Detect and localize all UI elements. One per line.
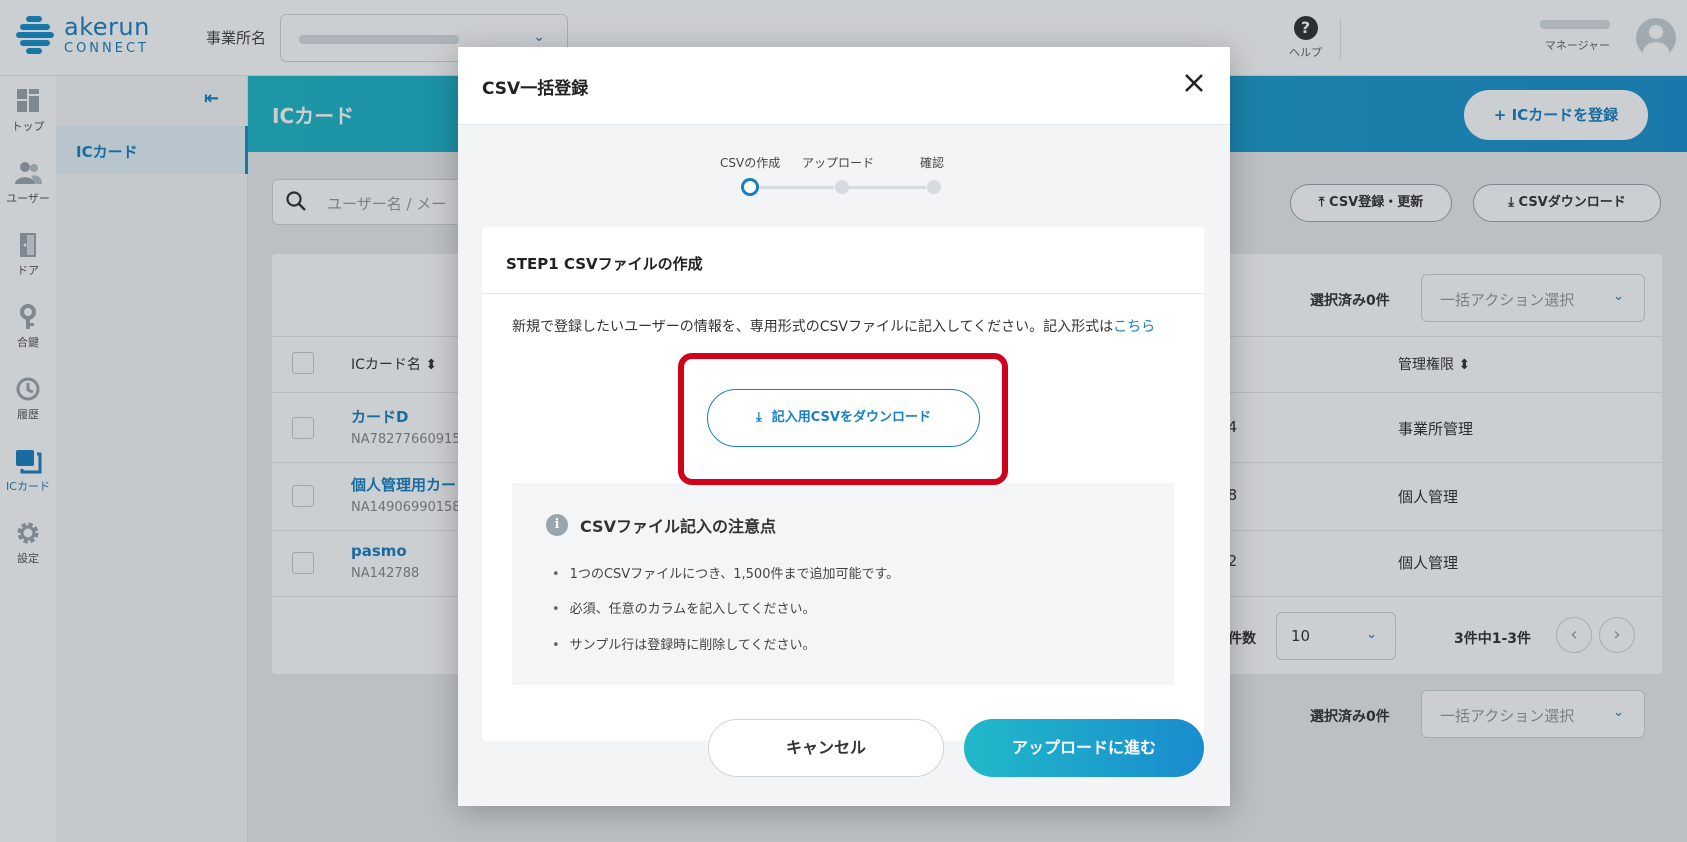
step-label-create: CSVの作成 (720, 156, 781, 170)
download-template-csv-button[interactable]: ⤓ 記入用CSVをダウンロード (707, 389, 980, 447)
format-link[interactable]: こちら (1113, 319, 1155, 335)
instruction-body: 新規で登録したいユーザーの情報を、専用形式のCSVファイルに記入してください。記… (512, 319, 1114, 335)
notes-box: i CSVファイル記入の注意点 1つのCSVファイルにつき、1,500件まで追加… (512, 483, 1174, 685)
proceed-to-upload-button[interactable]: アップロードに進む (964, 719, 1204, 777)
note-item: サンプル行は登録時に削除してください。 (552, 634, 816, 653)
step-title: STEP1 CSVファイルの作成 (506, 255, 703, 273)
step-label-upload: アップロード (802, 156, 875, 170)
info-icon: i (546, 514, 568, 536)
step-connector (750, 186, 834, 189)
note-item: 1つのCSVファイルにつき、1,500件まで追加可能です。 (552, 563, 900, 582)
step-label-confirm: 確認 (920, 156, 945, 170)
csv-bulk-register-modal: CSV一括登録 CSVの作成 アップロード 確認 STEP1 CSVファイルの作… (458, 47, 1230, 806)
modal-title: CSV一括登録 (482, 79, 589, 99)
step-connector (842, 186, 926, 189)
note-item: 必須、任意のカラムを記入してください。 (552, 598, 816, 617)
download-template-label: 記入用CSVをダウンロード (771, 410, 931, 425)
cancel-button[interactable]: キャンセル (708, 719, 944, 777)
step-dot-active (741, 178, 759, 196)
close-icon[interactable] (1180, 69, 1208, 97)
step-dot (927, 180, 941, 194)
notes-title: CSVファイル記入の注意点 (580, 517, 776, 536)
step-dot (835, 180, 849, 194)
modal-header: CSV一括登録 (458, 47, 1230, 125)
instruction-text: 新規で登録したいユーザーの情報を、専用形式のCSVファイルに記入してください。記… (512, 316, 1182, 339)
download-icon: ⤓ (756, 410, 762, 425)
panel-divider (482, 293, 1204, 294)
